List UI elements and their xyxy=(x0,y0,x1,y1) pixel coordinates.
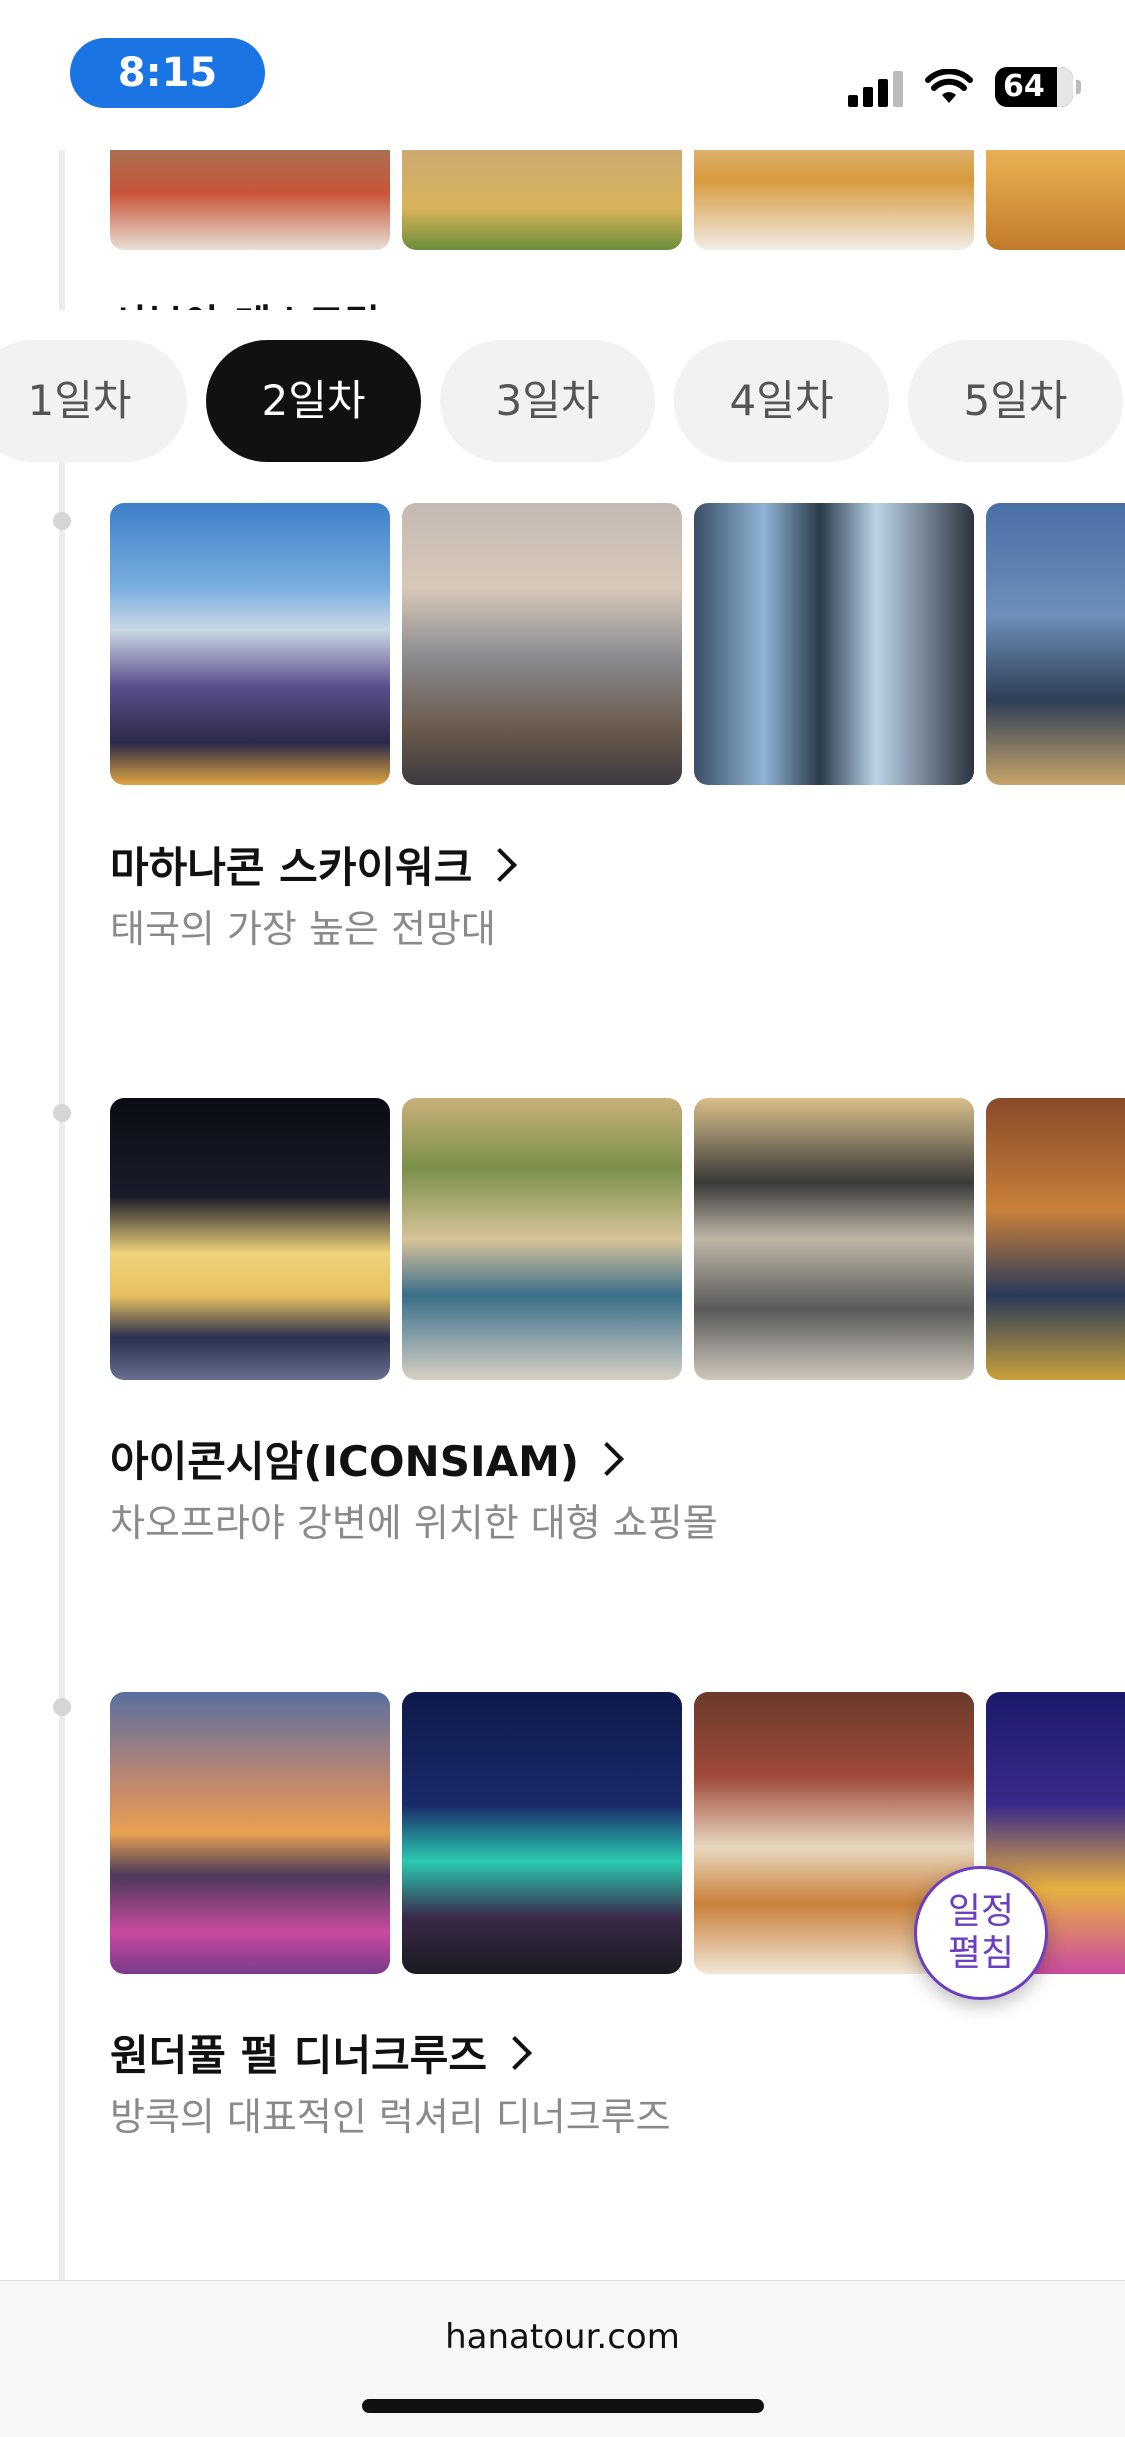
place-title-text: 마하나콘 스카이워크 xyxy=(110,843,473,892)
home-indicator[interactable] xyxy=(362,2399,764,2413)
timeline-dot xyxy=(53,1698,71,1716)
status-icons: 64 xyxy=(848,64,1081,110)
status-bar: 8:15 64 xyxy=(0,0,1125,150)
expand-schedule-label-2: 펼침 xyxy=(947,1933,1015,1974)
battery-level: 64 xyxy=(1003,69,1045,104)
photo[interactable] xyxy=(402,1692,682,1974)
tab-day-3[interactable]: 3일차 xyxy=(440,340,655,462)
photo-row-iconsiam xyxy=(110,1098,1125,1380)
day-tabs: 1일차 2일차 3일차 4일차 5일차 xyxy=(0,310,1125,462)
browser-bottom-bar: hanatour.com xyxy=(0,2280,1125,2437)
photo[interactable] xyxy=(694,1098,974,1380)
timeline-dot xyxy=(53,1104,71,1122)
tab-day-4[interactable]: 4일차 xyxy=(674,340,889,462)
battery-icon: 64 xyxy=(995,67,1081,107)
expand-schedule-button[interactable]: 일정 펼침 xyxy=(914,1866,1048,2000)
place-description: 차오프라야 강변에 위치한 대형 쇼핑몰 xyxy=(110,1501,718,1545)
place-description: 방콕의 대표적인 럭셔리 디너크루즈 xyxy=(110,2095,671,2139)
tab-day-2[interactable]: 2일차 xyxy=(206,340,421,462)
photo[interactable] xyxy=(986,150,1125,250)
photo[interactable] xyxy=(694,503,974,785)
place-title-text: 아이콘시암(ICONSIAM) xyxy=(110,1437,580,1486)
photo[interactable] xyxy=(402,503,682,785)
place-title[interactable]: 아이콘시암(ICONSIAM) xyxy=(110,1428,625,1489)
chevron-right-icon xyxy=(498,2035,532,2070)
photo[interactable] xyxy=(110,503,390,785)
photo[interactable] xyxy=(110,150,390,250)
tab-day-1[interactable]: 1일차 xyxy=(0,340,187,462)
expand-schedule-label-1: 일정 xyxy=(947,1891,1015,1932)
photo[interactable] xyxy=(402,150,682,250)
photo[interactable] xyxy=(110,1098,390,1380)
photo[interactable] xyxy=(986,1098,1125,1380)
previous-photo-row xyxy=(110,150,1125,250)
timeline-line xyxy=(59,150,65,2280)
photo-row-mahanakhon xyxy=(110,503,1125,785)
place-title[interactable]: 원더풀 펄 디너크루즈 xyxy=(110,2022,532,2083)
timeline-dot xyxy=(53,512,71,530)
chevron-right-icon xyxy=(483,847,518,882)
wifi-icon xyxy=(925,69,973,103)
place-title-text: 원더풀 펄 디너크루즈 xyxy=(110,2031,488,2080)
photo[interactable] xyxy=(110,1692,390,1974)
chevron-right-icon xyxy=(590,1441,625,1476)
browser-url[interactable]: hanatour.com xyxy=(0,2317,1125,2357)
photo[interactable] xyxy=(402,1098,682,1380)
tab-day-5[interactable]: 5일차 xyxy=(908,340,1123,462)
status-time[interactable]: 8:15 xyxy=(70,38,265,108)
place-title[interactable]: 마하나콘 스카이워크 xyxy=(110,834,518,895)
photo[interactable] xyxy=(694,150,974,250)
place-description: 태국의 가장 높은 전망대 xyxy=(110,907,496,951)
cellular-signal-icon xyxy=(848,67,903,107)
photo[interactable] xyxy=(986,503,1125,785)
